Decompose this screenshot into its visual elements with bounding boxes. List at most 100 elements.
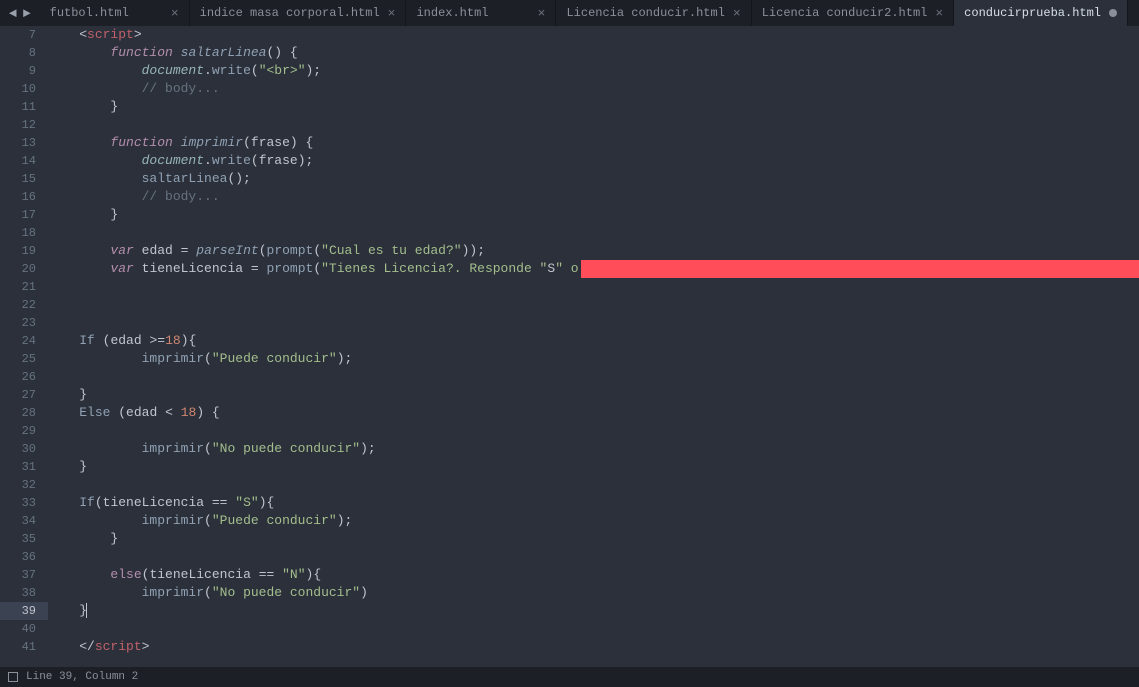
line-number: 38 — [8, 584, 36, 602]
tab-label: conducirprueba.html — [964, 6, 1101, 20]
tab-index-html[interactable]: index.html × — [406, 0, 556, 26]
code-line[interactable]: <script> — [48, 26, 1139, 44]
line-number: 24 — [8, 332, 36, 350]
code-line[interactable]: imprimir("No puede conducir"); — [48, 440, 1139, 458]
line-number: 20 — [8, 260, 36, 278]
tab-indice-masa-corporal-html[interactable]: indice masa corporal.html × — [190, 0, 407, 26]
code-line[interactable]: } — [48, 98, 1139, 116]
line-number: 27 — [8, 386, 36, 404]
code-line[interactable]: } — [48, 458, 1139, 476]
tab-label: Licencia conducir.html — [566, 6, 724, 20]
code-line[interactable]: imprimir("Puede conducir"); — [48, 512, 1139, 530]
tab-futbol-html[interactable]: futbol.html × — [40, 0, 190, 26]
code-line[interactable] — [48, 278, 1139, 296]
code-line[interactable]: function saltarLinea() { — [48, 44, 1139, 62]
code-line[interactable] — [48, 224, 1139, 242]
line-number: 40 — [8, 620, 36, 638]
code-line[interactable]: imprimir("No puede conducir") — [48, 584, 1139, 602]
code-line[interactable]: document.write(frase); — [48, 152, 1139, 170]
code-line[interactable] — [48, 422, 1139, 440]
code-line[interactable] — [48, 476, 1139, 494]
line-number: 29 — [8, 422, 36, 440]
line-number: 7 — [8, 26, 36, 44]
cursor — [86, 603, 87, 618]
error-highlight — [581, 260, 1139, 278]
code-line[interactable]: } — [48, 602, 1139, 620]
tab-label: indice masa corporal.html — [200, 6, 380, 20]
code-line[interactable] — [48, 314, 1139, 332]
code-area[interactable]: <script> function saltarLinea() { docume… — [48, 26, 1139, 667]
code-line[interactable]: // body... — [48, 80, 1139, 98]
code-line[interactable]: document.write("<br>"); — [48, 62, 1139, 80]
tab-licencia-conducir-html[interactable]: Licencia conducir.html × — [556, 0, 751, 26]
line-number: 8 — [8, 44, 36, 62]
tabs-container: futbol.html×indice masa corporal.html×in… — [40, 0, 1139, 26]
code-line[interactable]: function imprimir(frase) { — [48, 134, 1139, 152]
line-number: 39 — [0, 602, 48, 620]
line-number: 28 — [8, 404, 36, 422]
tab-licencia-conducir2-html[interactable]: Licencia conducir2.html × — [752, 0, 954, 26]
line-number: 21 — [8, 278, 36, 296]
status-indicator-icon — [8, 672, 18, 682]
code-line[interactable] — [48, 296, 1139, 314]
code-line[interactable] — [48, 116, 1139, 134]
line-number: 26 — [8, 368, 36, 386]
close-icon[interactable]: × — [733, 6, 741, 21]
line-number: 35 — [8, 530, 36, 548]
line-number: 15 — [8, 170, 36, 188]
tab-bar: ◄ ► futbol.html×indice masa corporal.htm… — [0, 0, 1139, 26]
close-icon[interactable]: × — [388, 6, 396, 21]
line-number: 19 — [8, 242, 36, 260]
code-line[interactable]: } — [48, 530, 1139, 548]
code-line[interactable] — [48, 368, 1139, 386]
close-icon[interactable]: × — [171, 6, 179, 21]
code-line[interactable]: imprimir("Puede conducir"); — [48, 350, 1139, 368]
close-icon[interactable]: × — [538, 6, 546, 21]
line-number: 17 — [8, 206, 36, 224]
line-number: 11 — [8, 98, 36, 116]
line-number: 31 — [8, 458, 36, 476]
line-number: 23 — [8, 314, 36, 332]
line-number: 37 — [8, 566, 36, 584]
code-line[interactable]: var edad = parseInt(prompt("Cual es tu e… — [48, 242, 1139, 260]
code-line[interactable]: else(tieneLicencia == "N"){ — [48, 566, 1139, 584]
code-line[interactable]: If (edad >=18){ — [48, 332, 1139, 350]
line-number: 10 — [8, 80, 36, 98]
code-line[interactable]: Else (edad < 18) { — [48, 404, 1139, 422]
line-number: 16 — [8, 188, 36, 206]
code-line[interactable]: </script> — [48, 638, 1139, 656]
code-line[interactable]: } — [48, 206, 1139, 224]
line-number: 22 — [8, 296, 36, 314]
line-number: 9 — [8, 62, 36, 80]
status-text: Line 39, Column 2 — [26, 671, 138, 683]
tab-label: futbol.html — [50, 6, 129, 20]
status-bar: Line 39, Column 2 — [0, 667, 1139, 687]
tab-label: Licencia conducir2.html — [762, 6, 928, 20]
code-line[interactable]: saltarLinea(); — [48, 170, 1139, 188]
editor[interactable]: 7891011121314151617181920212223242526272… — [0, 26, 1139, 667]
code-line[interactable]: var tieneLicencia = prompt("Tienes Licen… — [48, 260, 1139, 278]
nav-forward-icon[interactable]: ► — [20, 6, 34, 21]
line-number: 41 — [8, 638, 36, 656]
close-icon[interactable]: × — [935, 6, 943, 21]
nav-arrows: ◄ ► — [0, 0, 40, 26]
line-number: 34 — [8, 512, 36, 530]
line-number: 36 — [8, 548, 36, 566]
code-line[interactable]: } — [48, 386, 1139, 404]
line-number: 18 — [8, 224, 36, 242]
tab-label: index.html — [416, 6, 488, 20]
line-number: 30 — [8, 440, 36, 458]
code-line[interactable]: // body... — [48, 188, 1139, 206]
code-line[interactable] — [48, 620, 1139, 638]
line-number: 32 — [8, 476, 36, 494]
gutter: 7891011121314151617181920212223242526272… — [0, 26, 48, 667]
line-number: 12 — [8, 116, 36, 134]
code-line[interactable]: If(tieneLicencia == "S"){ — [48, 494, 1139, 512]
code-line[interactable] — [48, 548, 1139, 566]
line-number: 33 — [8, 494, 36, 512]
dirty-indicator-icon — [1109, 9, 1117, 17]
nav-back-icon[interactable]: ◄ — [6, 6, 20, 21]
tab-conducirprueba-html[interactable]: conducirprueba.html — [954, 0, 1128, 26]
line-number: 25 — [8, 350, 36, 368]
line-number: 14 — [8, 152, 36, 170]
